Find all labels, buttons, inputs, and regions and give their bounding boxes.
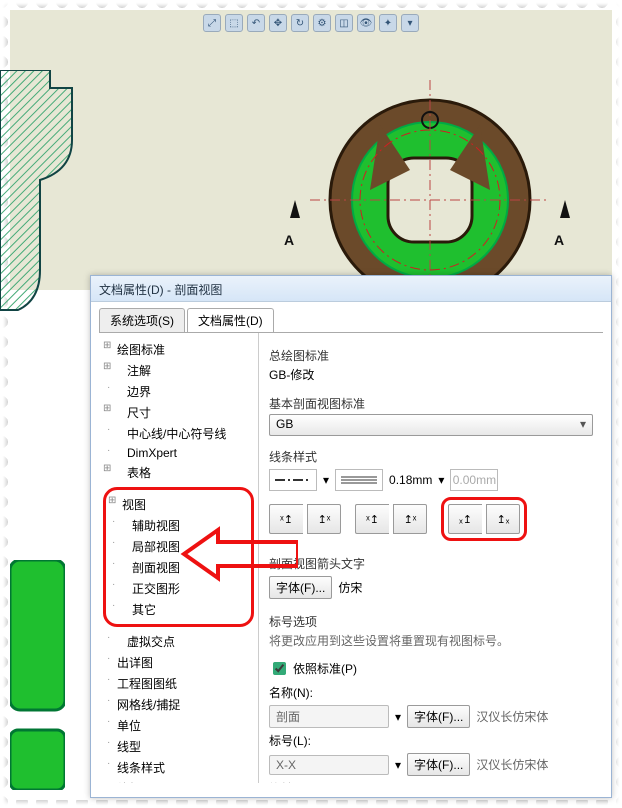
arrowtext-font-name: 仿宋 — [338, 579, 362, 596]
arrow-style-btn[interactable]: ˣ↥ — [269, 504, 303, 534]
arrow-style-group-1: ˣ↥ ↥ˣ — [269, 504, 341, 534]
by-standard-checkbox[interactable] — [273, 662, 286, 675]
line-pattern-1-icon[interactable] — [269, 469, 317, 491]
options-icon[interactable]: ▾ — [401, 14, 419, 32]
tree-root[interactable]: 绘图标准 — [103, 339, 254, 360]
section-arrow-right-icon — [560, 200, 570, 218]
mark-input[interactable]: X-X — [269, 755, 389, 775]
settings-icon[interactable]: ⚙ — [313, 14, 331, 32]
tree-item[interactable]: 注解 — [103, 360, 254, 381]
arrow-style-btn[interactable]: ↥ˣ — [393, 504, 427, 534]
section-profile-left — [0, 70, 75, 320]
overall-standard-value: GB-修改 — [269, 366, 593, 383]
line-width-value: 0.18mm — [389, 473, 432, 487]
name-font-desc: 汉仪长仿宋体 — [476, 708, 548, 725]
arrow-style-btn[interactable]: ↥ₓ — [486, 504, 520, 534]
font-button[interactable]: 字体(F)... — [407, 753, 470, 776]
tree-item[interactable]: 表格 — [103, 462, 254, 483]
dropdown-icon[interactable]: ▾ — [395, 758, 401, 772]
tree-item[interactable]: 尺寸 — [103, 402, 254, 423]
rebuild-icon[interactable]: ↻ — [291, 14, 309, 32]
overall-standard-label: 总绘图标准 — [269, 347, 593, 364]
font-button[interactable]: 字体(F)... — [269, 576, 332, 599]
section-letter-right: A — [554, 232, 564, 248]
rot-label: 旋转(R): — [269, 780, 317, 783]
arrow-style-btn[interactable]: ˣ↥ — [355, 504, 389, 534]
view-toolbar: ⤢ ⬚ ↶ ✥ ↻ ⚙ ◫ 👁 ✦ ▾ — [199, 10, 423, 36]
by-standard-label: 依照标准(P) — [293, 660, 357, 677]
labelopt-desc: 将更改应用到这些设置将重置现有视图标号。 — [269, 632, 593, 649]
tree-item[interactable]: 网格线/捕捉 — [103, 694, 254, 715]
move-icon[interactable]: ✦ — [379, 14, 397, 32]
tree-item[interactable]: 其它 — [108, 599, 249, 620]
eye-hide-icon[interactable]: 👁 — [357, 14, 375, 32]
zoom-prev-icon[interactable]: ↶ — [247, 14, 265, 32]
arrow-style-highlight: ₓ↥ ↥ₓ — [441, 497, 527, 541]
name-label: 名称(N): — [269, 684, 317, 701]
tree-item[interactable]: 正交图形 — [108, 578, 249, 599]
tree-item[interactable]: 出详图 — [103, 652, 254, 673]
tree-item[interactable]: 局部视图 — [108, 536, 249, 557]
tree-view-parent[interactable]: 视图 — [108, 494, 249, 515]
section-letter-left: A — [284, 232, 294, 248]
arrow-style-btn[interactable]: ↥ˣ — [307, 504, 341, 534]
zoom-window-icon[interactable]: ⬚ — [225, 14, 243, 32]
arrowtext-label: 剖面视图箭头文字 — [269, 555, 593, 572]
dropdown-icon[interactable]: ▾ — [323, 473, 329, 487]
tree-view-group-highlight: 视图 辅助视图 局部视图 剖面视图 正交图形 其它 — [103, 487, 254, 627]
tree-item[interactable]: 中心线/中心符号线 — [103, 423, 254, 444]
base-standard-combo[interactable]: GB — [269, 414, 593, 436]
tree-item[interactable]: 边界 — [103, 381, 254, 402]
mark-font-desc: 汉仪长仿宋体 — [476, 756, 548, 773]
pan-icon[interactable]: ✥ — [269, 14, 287, 32]
document-properties-dialog: 文档属性(D) - 剖面视图 系统选项(S) 文档属性(D) 绘图标准 注解 边… — [90, 275, 612, 798]
mark-label: 标号(L): — [269, 732, 317, 749]
labelopt-label: 标号选项 — [269, 613, 593, 630]
dropdown-icon[interactable]: ▾ — [395, 710, 401, 724]
view-front-icon[interactable]: ◫ — [335, 14, 353, 32]
linestyle-label: 线条样式 — [269, 448, 593, 465]
section-arrow-left-icon — [290, 200, 300, 218]
font-button[interactable]: 字体(F)... — [407, 705, 470, 728]
line-width-2: 0.00mm — [450, 469, 498, 491]
tree-section-view[interactable]: 剖面视图 — [108, 557, 249, 578]
part-preview-left — [10, 560, 65, 790]
arrow-style-btn[interactable]: ₓ↥ — [448, 504, 482, 534]
property-panel: 总绘图标准 GB-修改 基本剖面视图标准 GB 线条样式 ▾ 0.18mm ▾ … — [259, 333, 603, 783]
tree-item[interactable]: 单位 — [103, 715, 254, 736]
zoom-fit-icon[interactable]: ⤢ — [203, 14, 221, 32]
dialog-title: 文档属性(D) - 剖面视图 — [91, 276, 611, 302]
tree-item[interactable]: 线条样式 — [103, 757, 254, 778]
tree-item[interactable]: 虚拟交点 — [103, 631, 254, 652]
tree-item[interactable]: DimXpert — [103, 444, 254, 462]
base-standard-label: 基本剖面视图标准 — [269, 395, 593, 412]
tree-item[interactable]: 工程图图纸 — [103, 673, 254, 694]
line-pattern-2-icon[interactable] — [335, 469, 383, 491]
arrow-style-group-2: ˣ↥ ↥ˣ — [355, 504, 427, 534]
tree-item[interactable]: 线型 — [103, 736, 254, 757]
property-tree[interactable]: 绘图标准 注解 边界 尺寸 中心线/中心符号线 DimXpert 表格 视图 辅… — [99, 333, 259, 783]
tree-item[interactable]: 线粗 — [103, 778, 254, 783]
name-input[interactable]: 剖面 — [269, 705, 389, 728]
tab-document-properties[interactable]: 文档属性(D) — [187, 308, 274, 332]
tab-system-options[interactable]: 系统选项(S) — [99, 308, 185, 332]
tree-item[interactable]: 辅助视图 — [108, 515, 249, 536]
dropdown-icon[interactable]: ▾ — [438, 473, 444, 487]
